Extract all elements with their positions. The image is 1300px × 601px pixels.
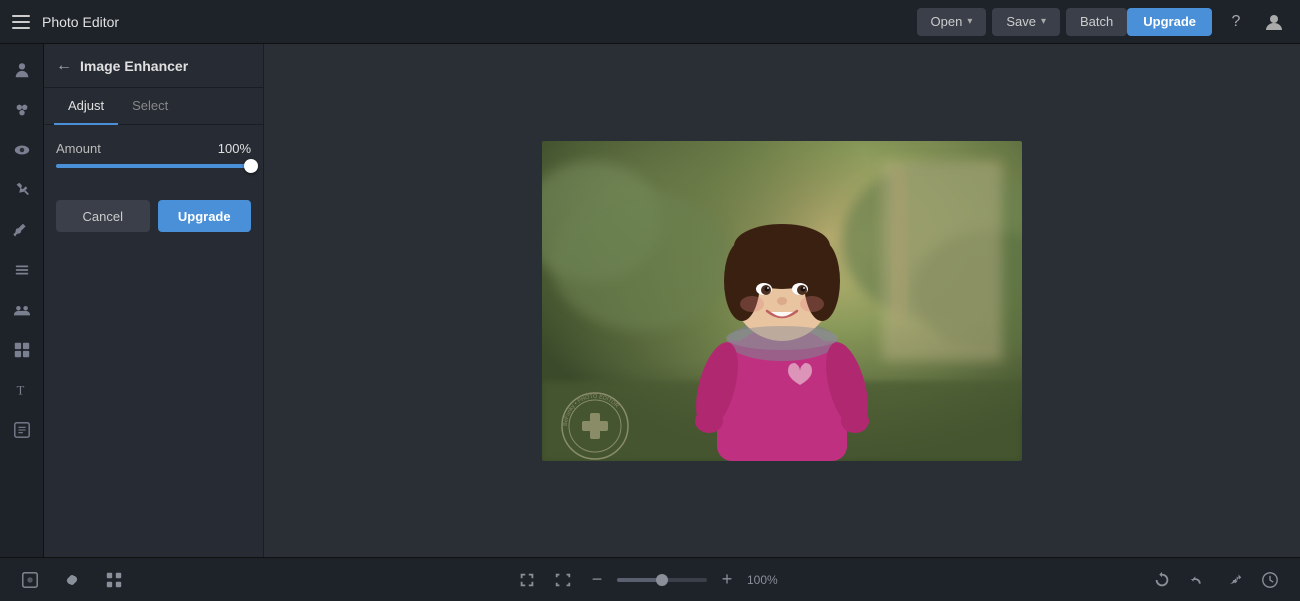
tab-select[interactable]: Select: [118, 88, 182, 125]
save-chevron-icon: ▾: [1041, 16, 1046, 27]
amount-label: Amount: [56, 141, 101, 156]
amount-row: Amount 100%: [56, 141, 251, 156]
zoom-slider-thumb: [656, 574, 668, 586]
bottom-center: − + 100%: [513, 566, 787, 594]
open-button[interactable]: Open ▾: [917, 8, 987, 36]
effects-icon[interactable]: [4, 92, 40, 128]
fullscreen-icon[interactable]: [513, 566, 541, 594]
panel: ← Image Enhancer Adjust Select Amount 10…: [44, 44, 264, 557]
profile-icon[interactable]: [1260, 8, 1288, 36]
upgrade-panel-button[interactable]: Upgrade: [158, 200, 252, 232]
refresh-icon[interactable]: [1148, 566, 1176, 594]
cancel-button[interactable]: Cancel: [56, 200, 150, 232]
panel-body: Amount 100%: [44, 125, 263, 200]
top-bar-left: Photo Editor: [12, 11, 917, 33]
app-title: Photo Editor: [42, 14, 119, 30]
help-icon[interactable]: ?: [1222, 8, 1250, 36]
text-icon[interactable]: T: [4, 372, 40, 408]
panel-header: ← Image Enhancer: [44, 44, 263, 88]
zoom-out-button[interactable]: −: [585, 568, 609, 592]
link-icon[interactable]: [58, 566, 86, 594]
upgrade-button[interactable]: Upgrade: [1127, 8, 1212, 36]
svg-text:T: T: [16, 384, 24, 398]
batch-button[interactable]: Batch: [1066, 8, 1127, 36]
more-icon[interactable]: [4, 412, 40, 448]
fit-icon[interactable]: [549, 566, 577, 594]
history-icon[interactable]: [1256, 566, 1284, 594]
top-bar: Photo Editor Open ▾ Save ▾ Batch Upgrade…: [0, 0, 1300, 44]
bottom-right: [1148, 566, 1284, 594]
slider-fill: [56, 164, 251, 168]
canvas-area: BeFunky • PHOTO EDITOR: [264, 44, 1300, 557]
brush-icon[interactable]: [4, 212, 40, 248]
photo-image: BeFunky • PHOTO EDITOR: [542, 141, 1022, 461]
back-arrow-icon[interactable]: ←: [56, 57, 72, 75]
bottom-bar: − + 100%: [0, 557, 1300, 601]
tab-adjust[interactable]: Adjust: [54, 88, 118, 125]
shapes-icon[interactable]: [4, 332, 40, 368]
amount-value: 100%: [218, 141, 251, 156]
layers-icon[interactable]: [4, 252, 40, 288]
top-bar-center: Open ▾ Save ▾ Batch: [917, 8, 1128, 36]
menu-icon[interactable]: [12, 11, 34, 33]
amount-slider[interactable]: [56, 164, 251, 168]
tools-icon[interactable]: [4, 172, 40, 208]
panel-actions: Cancel Upgrade: [44, 200, 263, 232]
open-chevron-icon: ▾: [967, 16, 972, 27]
redo-icon[interactable]: [1220, 566, 1248, 594]
group-icon[interactable]: [4, 292, 40, 328]
left-sidebar: T: [0, 44, 44, 557]
eye-icon[interactable]: [4, 132, 40, 168]
zoom-in-button[interactable]: +: [715, 568, 739, 592]
top-bar-right: Upgrade ?: [1127, 8, 1288, 36]
zoom-value: 100%: [747, 573, 787, 587]
person-icon[interactable]: [4, 52, 40, 88]
grid-icon[interactable]: [100, 566, 128, 594]
panel-title: Image Enhancer: [80, 58, 188, 74]
crop-icon[interactable]: [16, 566, 44, 594]
slider-thumb: [244, 159, 258, 173]
main-area: T ← Image Enhancer Adjust Select Amount …: [0, 44, 1300, 557]
undo-icon[interactable]: [1184, 566, 1212, 594]
panel-tabs: Adjust Select: [44, 88, 263, 125]
save-button[interactable]: Save ▾: [992, 8, 1060, 36]
bottom-left: [16, 566, 128, 594]
zoom-slider[interactable]: [617, 578, 707, 582]
